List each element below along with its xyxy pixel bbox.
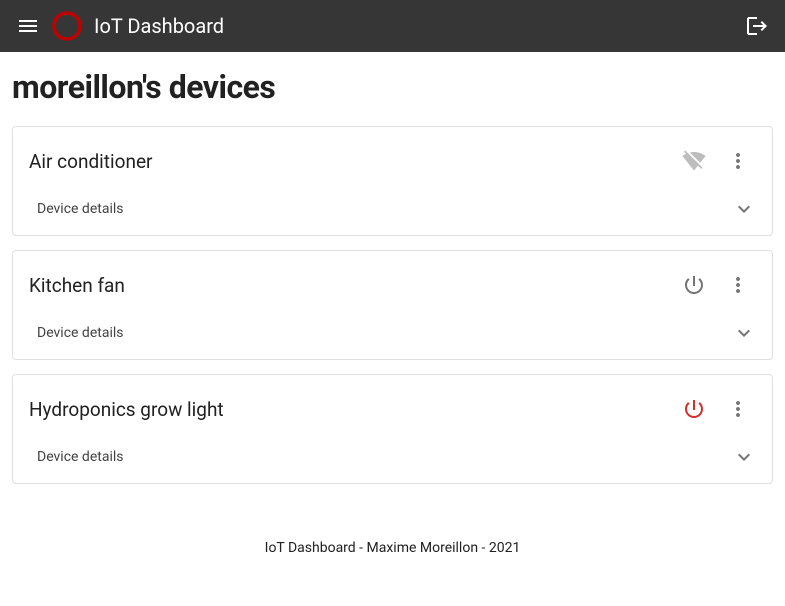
device-status-button[interactable] <box>676 143 712 179</box>
device-header: Kitchen fan <box>13 251 772 311</box>
page-title: moreillon's devices <box>12 68 773 106</box>
hamburger-icon <box>16 14 40 38</box>
device-details-toggle[interactable]: Device details <box>13 435 772 483</box>
chevron-down-icon <box>732 445 756 469</box>
device-card: Kitchen fan Device details <box>12 250 773 360</box>
device-details-label: Device details <box>37 449 732 465</box>
more-vert-icon <box>726 149 750 173</box>
footer-text: IoT Dashboard - Maxime Moreillon - 2021 <box>12 540 773 556</box>
device-header: Air conditioner <box>13 127 772 187</box>
device-menu-button[interactable] <box>720 391 756 427</box>
device-header: Hydroponics grow light <box>13 375 772 435</box>
device-status-button[interactable] <box>676 267 712 303</box>
device-name: Hydroponics grow light <box>29 398 668 421</box>
chevron-down-icon <box>732 197 756 221</box>
device-card: Hydroponics grow light Device details <box>12 374 773 484</box>
power-icon <box>682 397 706 421</box>
main-content: moreillon's devices Air conditioner Devi… <box>0 52 785 556</box>
device-name: Air conditioner <box>29 150 668 173</box>
logo-icon <box>50 9 84 43</box>
device-details-label: Device details <box>37 201 732 217</box>
device-details-toggle[interactable]: Device details <box>13 311 772 359</box>
app-logo <box>50 9 84 43</box>
device-menu-button[interactable] <box>720 267 756 303</box>
logout-icon <box>745 14 769 38</box>
logout-button[interactable] <box>737 6 777 46</box>
menu-button[interactable] <box>8 6 48 46</box>
wifi-off-icon <box>682 149 706 173</box>
device-details-toggle[interactable]: Device details <box>13 187 772 235</box>
more-vert-icon <box>726 397 750 421</box>
more-vert-icon <box>726 273 750 297</box>
app-title: IoT Dashboard <box>94 14 224 38</box>
device-name: Kitchen fan <box>29 274 668 297</box>
device-details-label: Device details <box>37 325 732 341</box>
device-card: Air conditioner Device details <box>12 126 773 236</box>
chevron-down-icon <box>732 321 756 345</box>
power-icon <box>682 273 706 297</box>
app-bar: IoT Dashboard <box>0 0 785 52</box>
device-menu-button[interactable] <box>720 143 756 179</box>
device-status-button[interactable] <box>676 391 712 427</box>
